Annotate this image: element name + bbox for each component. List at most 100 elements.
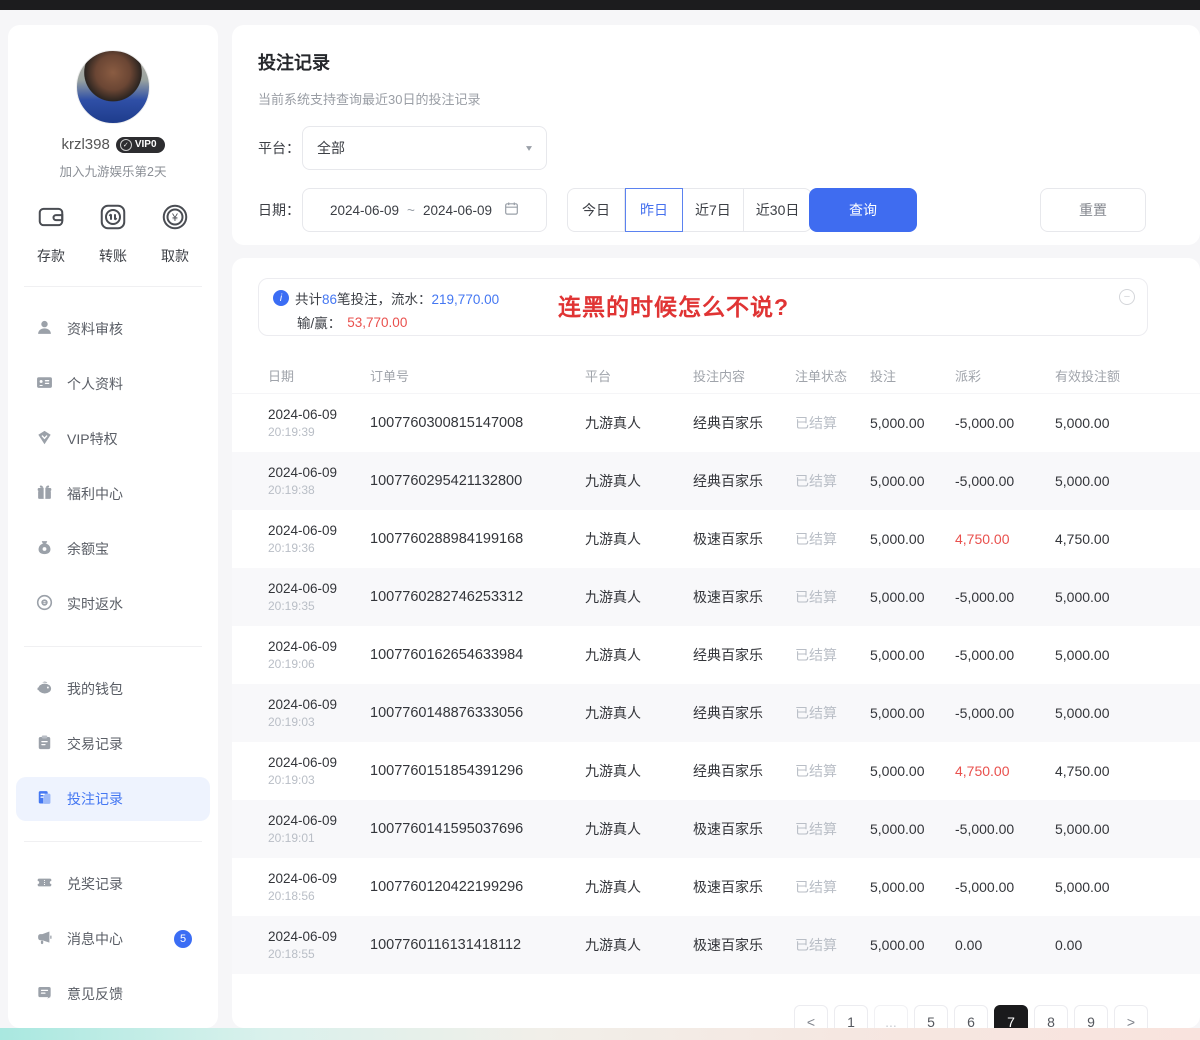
cell-time: 20:19:06 — [268, 657, 370, 671]
filter-card: 投注记录 当前系统支持查询最近30日的投注记录 平台： 全部 ▾ 日期： 202… — [232, 25, 1200, 245]
date-end-value: 2024-06-09 — [423, 203, 492, 218]
pagination: < 1 ... 5 6 7 8 9 > — [794, 1005, 1148, 1028]
cell-status: 已结算 — [795, 645, 870, 665]
cell-valid-bet: 5,000.00 — [1055, 473, 1170, 489]
col-header-platform: 平台 — [585, 366, 693, 385]
table-row: 2024-06-0920:19:35 1007760282746253312 九… — [232, 568, 1200, 626]
sidebar-item-wallet[interactable]: 我的钱包 — [8, 667, 218, 711]
cell-payout: -5,000.00 — [955, 415, 1055, 431]
username: krzl398 — [61, 136, 109, 153]
sidebar-item-feedback[interactable]: 意见反馈 — [8, 972, 218, 1016]
table-body: 2024-06-0920:19:39 1007760300815147008 九… — [232, 394, 1200, 974]
range-30days-button[interactable]: 近30日 — [744, 188, 813, 232]
platform-select[interactable]: 全部 ▾ — [302, 126, 547, 170]
cell-platform: 九游真人 — [585, 761, 693, 781]
cell-order-no: 1007760295421132800 — [370, 473, 585, 489]
page-button-9[interactable]: 9 — [1074, 1005, 1108, 1028]
cell-order-no: 1007760151854391296 — [370, 763, 585, 779]
winloss-label: 输/赢： — [297, 312, 341, 332]
sidebar-menu-misc-group: 兑奖记录 消息中心 5 意见反馈 ? 帮助中心 — [8, 862, 218, 1028]
cell-payout: -5,000.00 — [955, 473, 1055, 489]
join-days-text: 加入九游娱乐第2天 — [8, 161, 218, 180]
cell-bet: 5,000.00 — [870, 647, 955, 663]
sidebar-menu-wallet-group: 我的钱包 交易记录 投注记录 — [8, 667, 218, 821]
sidebar-item-rebate[interactable]: 实时返水 — [8, 582, 218, 626]
reset-button[interactable]: 重置 — [1040, 188, 1146, 232]
page-button-7-active[interactable]: 7 — [994, 1005, 1028, 1028]
page-subtitle: 当前系统支持查询最近30日的投注记录 — [232, 75, 1200, 108]
cell-bet: 5,000.00 — [870, 473, 955, 489]
page-button-1[interactable]: 1 — [834, 1005, 868, 1028]
col-header-content: 投注内容 — [693, 366, 795, 385]
query-button[interactable]: 查询 — [809, 188, 917, 232]
page-button-5[interactable]: 5 — [914, 1005, 948, 1028]
cell-time: 20:19:03 — [268, 773, 370, 787]
clipboard-icon — [36, 734, 53, 754]
page-button-8[interactable]: 8 — [1034, 1005, 1068, 1028]
prev-page-button[interactable]: < — [794, 1005, 828, 1028]
page-ellipsis[interactable]: ... — [874, 1005, 908, 1028]
sidebar-item-label: 意见反馈 — [67, 984, 123, 1004]
table-row: 2024-06-0920:19:36 1007760288984199168 九… — [232, 510, 1200, 568]
sidebar-item-label: VIP特权 — [67, 429, 118, 449]
ticket-icon — [36, 874, 53, 894]
date-separator: ~ — [407, 203, 415, 218]
cell-date: 2024-06-09 — [268, 523, 370, 538]
table-row: 2024-06-0920:18:56 1007760120422199296 九… — [232, 858, 1200, 916]
cell-bet: 5,000.00 — [870, 763, 955, 779]
quick-actions: 存款 转账 ¥ 取款 — [8, 180, 218, 266]
range-today-button[interactable]: 今日 — [567, 188, 625, 232]
cell-payout: 4,750.00 — [955, 763, 1055, 779]
sidebar-item-label: 消息中心 — [67, 929, 123, 949]
cell-date: 2024-06-09 — [268, 407, 370, 422]
page-button-6[interactable]: 6 — [954, 1005, 988, 1028]
cell-bet: 5,000.00 — [870, 937, 955, 953]
date-start-value: 2024-06-09 — [330, 203, 399, 218]
range-7days-button[interactable]: 近7日 — [683, 188, 744, 232]
vip-badge-label: VIP0 — [135, 139, 157, 150]
cell-status: 已结算 — [795, 413, 870, 433]
divider — [24, 841, 202, 842]
cell-date: 2024-06-09 — [268, 929, 370, 944]
sidebar-item-bet-records[interactable]: 投注记录 — [16, 777, 210, 821]
platform-label: 平台： — [258, 138, 302, 158]
next-page-button[interactable]: > — [1114, 1005, 1148, 1028]
vip-badge[interactable]: ✓VIP0 — [116, 137, 165, 153]
sidebar-item-messages[interactable]: 消息中心 5 — [8, 917, 218, 961]
col-header-payout: 派彩 — [955, 366, 1055, 385]
range-yesterday-button[interactable]: 昨日 — [625, 188, 683, 232]
sidebar-item-redeem[interactable]: 兑奖记录 — [8, 862, 218, 906]
profile-section: krzl398 ✓VIP0 加入九游娱乐第2天 — [8, 25, 218, 180]
deposit-button[interactable]: 存款 — [36, 202, 66, 266]
withdraw-button[interactable]: ¥ 取款 — [160, 202, 190, 266]
sidebar-item-label: 交易记录 — [67, 734, 123, 754]
date-range-input[interactable]: 2024-06-09 ~ 2024-06-09 — [302, 188, 547, 232]
sidebar-item-profile[interactable]: 个人资料 — [8, 362, 218, 406]
sidebar-item-transactions[interactable]: 交易记录 — [8, 722, 218, 766]
vip-icon — [36, 429, 53, 449]
cell-payout: -5,000.00 — [955, 647, 1055, 663]
cell-content: 极速百家乐 — [693, 819, 795, 839]
col-header-bet: 投注 — [870, 366, 955, 385]
sidebar-item-vip[interactable]: VIP特权 — [8, 417, 218, 461]
sidebar-item-yuebao[interactable]: 余额宝 — [8, 527, 218, 571]
cell-status: 已结算 — [795, 529, 870, 549]
withdraw-label: 取款 — [161, 246, 189, 266]
cell-time: 20:19:38 — [268, 483, 370, 497]
avatar[interactable] — [76, 50, 150, 124]
cell-time: 20:19:03 — [268, 715, 370, 729]
date-filter-row: 日期： 2024-06-09 ~ 2024-06-09 今日 昨日 近7日 近3… — [232, 188, 1200, 232]
cell-platform: 九游真人 — [585, 819, 693, 839]
cell-date: 2024-06-09 — [268, 813, 370, 828]
cell-status: 已结算 — [795, 761, 870, 781]
sidebar-item-audit[interactable]: 资料审核 — [8, 307, 218, 351]
cell-platform: 九游真人 — [585, 877, 693, 897]
transfer-button[interactable]: 转账 — [98, 202, 128, 266]
bottom-gradient-strip — [0, 1028, 1200, 1040]
cell-payout: 4,750.00 — [955, 531, 1055, 547]
cell-valid-bet: 5,000.00 — [1055, 705, 1170, 721]
sidebar-item-welfare[interactable]: 福利中心 — [8, 472, 218, 516]
id-card-icon — [36, 374, 53, 394]
range-label: 今日 — [582, 200, 610, 220]
collapse-icon[interactable]: − — [1119, 289, 1135, 305]
